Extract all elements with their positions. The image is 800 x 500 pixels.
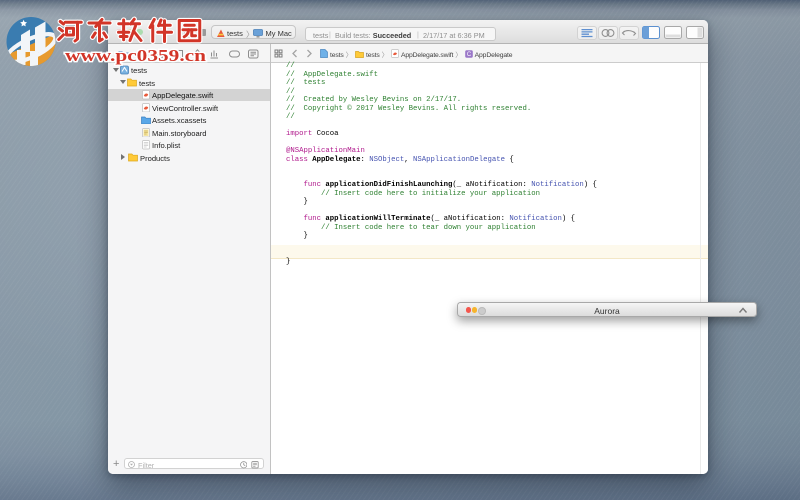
svg-text:www.pc0359.cn: www.pc0359.cn (65, 46, 207, 65)
